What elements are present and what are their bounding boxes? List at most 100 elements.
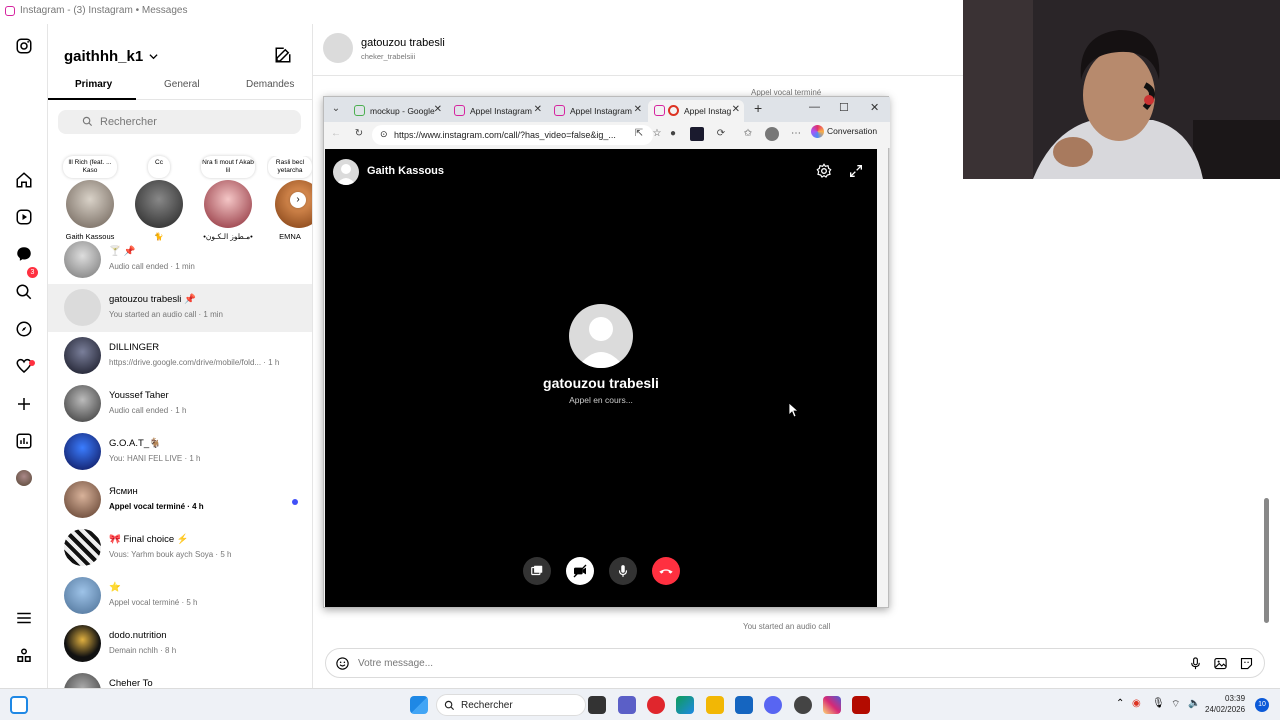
menu-icon[interactable]	[14, 608, 34, 628]
conversation-item[interactable]: DILLINGER https://drive.google.com/drive…	[48, 332, 312, 380]
video-off-button[interactable]	[566, 557, 594, 585]
close-window-button[interactable]: ✕	[870, 101, 879, 114]
edge-icon[interactable]	[676, 696, 694, 714]
close-tab-icon[interactable]: ✕	[634, 104, 642, 115]
avatar[interactable]	[323, 33, 353, 63]
taskbar-search[interactable]: Rechercher	[436, 694, 586, 716]
microphone-button[interactable]	[609, 557, 637, 585]
close-tab-icon[interactable]: ✕	[434, 104, 442, 115]
settings-gear-icon[interactable]	[816, 163, 832, 179]
browser-scrollbar[interactable]	[877, 149, 888, 607]
conversation-item[interactable]: 🎀 Final choice ⚡ Vous: Yarhm bouk aych S…	[48, 524, 312, 572]
avatar	[64, 577, 101, 614]
wifi-icon[interactable]: ⌔	[1171, 698, 1180, 711]
instagram-taskbar-icon[interactable]	[823, 696, 841, 714]
browser-tab-active[interactable]: Appel Instag ✕	[648, 100, 744, 122]
volume-icon[interactable]: 🔈	[1188, 698, 1200, 709]
tray-app-icon[interactable]: ◉	[1132, 698, 1141, 709]
tab-general[interactable]: General	[164, 79, 200, 90]
browser-tab[interactable]: Appel Instagram ✕	[448, 100, 546, 122]
conversation-item[interactable]: G.O.A.T_🐐 You: HANI FEL LIVE · 1 h	[48, 428, 312, 476]
task-view-icon[interactable]	[588, 696, 606, 714]
browser-tab[interactable]: Appel Instagram ✕	[548, 100, 646, 122]
create-plus-icon[interactable]	[14, 394, 34, 414]
conversation-name: G.O.A.T_🐐	[109, 438, 161, 449]
extension-icon[interactable]	[690, 127, 704, 141]
fullscreen-icon[interactable]	[848, 163, 864, 179]
discord-icon[interactable]	[764, 696, 782, 714]
open-external-icon[interactable]: ⇱	[632, 127, 646, 141]
conversation-preview: Audio call ended · 1 h	[109, 406, 187, 415]
sync-icon[interactable]: ⟳	[714, 127, 728, 141]
new-tab-button[interactable]: +	[754, 100, 762, 116]
home-icon[interactable]	[14, 170, 34, 190]
stories-next-button[interactable]: ›	[290, 192, 306, 208]
search-icon[interactable]	[14, 282, 34, 302]
back-icon[interactable]: ←	[329, 127, 343, 141]
emoji-icon[interactable]	[335, 656, 350, 671]
image-icon[interactable]	[1213, 656, 1228, 671]
notification-count[interactable]: 10	[1255, 698, 1269, 712]
conversation-item[interactable]: 🍸 📌 Audio call ended · 1 min	[48, 236, 312, 284]
conversation-item[interactable]: Youssef Taher Audio call ended · 1 h	[48, 380, 312, 428]
explore-icon[interactable]	[14, 319, 34, 339]
sticker-icon[interactable]	[1239, 656, 1254, 671]
chat-contact-name[interactable]: gatouzou trabesli	[361, 37, 445, 49]
windows-start-icon[interactable]	[410, 696, 428, 714]
widgets-icon[interactable]	[10, 696, 28, 714]
site-info-icon[interactable]: ⊙	[380, 129, 388, 140]
refresh-icon[interactable]: ↻	[352, 127, 366, 141]
instagram-logo-icon[interactable]	[14, 36, 34, 56]
file-explorer-icon[interactable]	[706, 696, 724, 714]
search-input[interactable]: Rechercher	[58, 110, 301, 134]
tab-list-icon[interactable]: ⌄	[329, 102, 343, 116]
store-icon[interactable]	[735, 696, 753, 714]
mic-indicator-icon[interactable]: ●	[666, 127, 680, 141]
scrollbar-thumb[interactable]	[1264, 498, 1269, 623]
story-item[interactable]: Cc 🐈	[129, 156, 189, 241]
acrobat-icon[interactable]	[852, 696, 870, 714]
conversation-label: Conversation	[827, 126, 878, 136]
minimize-button[interactable]: —	[809, 101, 820, 113]
clock[interactable]: 03:39 24/02/2026	[1205, 693, 1245, 715]
message-input[interactable]: Votre message...	[325, 648, 1265, 678]
avatar	[64, 625, 101, 662]
conversation-item[interactable]: ⭐ Appel vocal terminé · 5 h	[48, 572, 312, 620]
profile-icon[interactable]	[765, 127, 779, 141]
browser-tab[interactable]: mockup - Google ✕	[348, 100, 446, 122]
tab-requests[interactable]: Demandes	[246, 79, 294, 90]
account-switcher[interactable]: gaithhh_k1	[64, 48, 158, 65]
end-call-button[interactable]	[652, 557, 680, 585]
microphone-icon[interactable]	[1188, 656, 1203, 671]
conversation-item[interactable]: Cheher To	[48, 668, 312, 688]
favorites-icon[interactable]: ✩	[741, 127, 755, 141]
profile-avatar-icon[interactable]	[14, 468, 34, 488]
maximize-button[interactable]: ☐	[839, 101, 849, 114]
conversation-item-selected[interactable]: gatouzou trabesli 📌 You started an audio…	[48, 284, 312, 332]
share-screen-button[interactable]	[523, 557, 551, 585]
story-item[interactable]: lll Rich (feat. ... Kaso Gaith Kassous	[60, 156, 120, 241]
dashboard-icon[interactable]	[14, 431, 34, 451]
favorite-star-icon[interactable]: ☆	[650, 127, 664, 141]
conversation-item[interactable]: dodo.nutrition Demain nchlh · 8 h	[48, 620, 312, 668]
page-scrollbar[interactable]	[1263, 180, 1271, 640]
meta-apps-icon[interactable]	[14, 646, 34, 666]
close-tab-icon[interactable]: ✕	[534, 104, 542, 115]
tray-mic-icon[interactable]: 🎙	[1152, 698, 1165, 709]
compose-icon[interactable]	[274, 46, 292, 64]
heart-icon[interactable]	[14, 356, 34, 376]
messenger-icon[interactable]	[14, 244, 34, 264]
close-tab-icon[interactable]: ✕	[732, 104, 740, 115]
more-options-icon[interactable]: ⋯	[789, 127, 803, 141]
teams-icon[interactable]	[618, 696, 636, 714]
story-item[interactable]: Nra fi mout f Akab lil •مـطوز الـكـون•	[198, 156, 258, 241]
tray-chevron-icon[interactable]: ⌃	[1116, 698, 1124, 709]
opera-icon[interactable]	[647, 696, 665, 714]
conversation-button[interactable]: Conversation	[811, 125, 878, 138]
browser-tab-label: Appel Instag	[684, 106, 732, 116]
tab-primary[interactable]: Primary	[75, 79, 112, 90]
address-bar[interactable]: ⊙ https://www.instagram.com/call/?has_vi…	[372, 125, 653, 145]
app-icon[interactable]	[794, 696, 812, 714]
conversation-item[interactable]: Ясмин Appel vocal terminé · 4 h	[48, 476, 312, 524]
reels-icon[interactable]	[14, 207, 34, 227]
